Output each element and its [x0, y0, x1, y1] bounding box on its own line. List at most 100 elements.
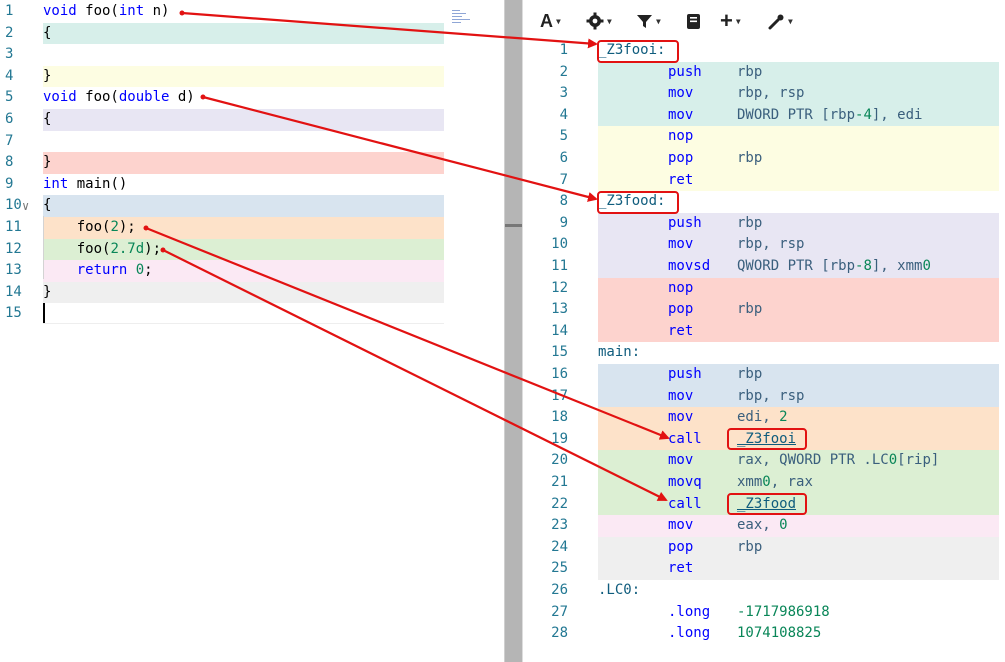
call-callout-z3fooi	[727, 428, 807, 450]
source-line[interactable]: 6{	[0, 109, 505, 131]
asm-line[interactable]: 17 mov rbp, rsp	[522, 385, 1005, 408]
asm-line[interactable]: 9 push rbp	[522, 212, 1005, 235]
line-number: 2	[5, 24, 14, 41]
asm-operands: xmm0, rax	[737, 474, 813, 490]
line-highlight	[598, 299, 999, 321]
source-line[interactable]: 5 void foo(double d)	[0, 87, 505, 109]
asm-mnemonic: mov	[668, 517, 694, 534]
asm-line[interactable]: 28 .long 1074108825	[522, 623, 1005, 645]
source-line[interactable]: 3	[0, 44, 505, 66]
asm-mnemonic: mov	[668, 106, 694, 123]
asm-label[interactable]: main:	[598, 342, 640, 364]
asm-line[interactable]: 5 nop	[522, 126, 1005, 148]
asm-line[interactable]: 26 .LC0:	[522, 580, 1005, 602]
asm-mnemonic: .long	[668, 603, 711, 620]
asm-mnemonic: push	[668, 63, 702, 80]
asm-line[interactable]: 7 ret	[522, 169, 1005, 192]
asm-mnemonic: movq	[668, 474, 702, 490]
asm-line[interactable]: 14 ret	[522, 320, 1005, 343]
asm-line[interactable]: 6 pop rbp	[522, 148, 1005, 170]
asm-line-number: 10	[551, 236, 568, 253]
source-line[interactable]: 13 return 0;	[0, 260, 505, 282]
asm-line[interactable]: 24 pop rbp	[522, 536, 1005, 559]
source-line[interactable]: 12 foo(2.7d);	[0, 238, 505, 261]
asm-line[interactable]: 8 _Z3food:	[522, 191, 1005, 213]
settings-button[interactable]: ▼	[586, 10, 612, 32]
line-highlight	[598, 364, 999, 386]
fold-chevron-icon[interactable]: ∨	[22, 198, 29, 214]
asm-line-number: 28	[551, 625, 568, 642]
source-line[interactable]: 7	[0, 131, 505, 153]
asm-line[interactable]: 10 mov rbp, rsp	[522, 234, 1005, 256]
source-line[interactable]: 10 ∨ {	[0, 195, 505, 217]
tools-button[interactable]: ▼	[768, 10, 793, 32]
asm-line[interactable]: 12 nop	[522, 277, 1005, 300]
label-callout-z3food	[597, 191, 679, 214]
asm-operands: 1074108825	[737, 625, 822, 642]
filter-button[interactable]: ▼	[636, 10, 661, 32]
source-line[interactable]: 9 int main()	[0, 174, 505, 196]
asm-mnemonic: ret	[668, 560, 694, 577]
asm-line-number: 12	[551, 279, 568, 296]
asm-line[interactable]: 11 movsd QWORD PTR [rbp-8], xmm0	[522, 256, 1005, 278]
line-highlight	[43, 152, 444, 174]
line-number: 8	[5, 154, 14, 171]
call-callout-z3food	[727, 493, 807, 515]
asm-line-number: 4	[559, 106, 568, 123]
asm-operands: rbp	[737, 366, 763, 382]
source-code: }	[43, 154, 52, 171]
asm-line[interactable]: 1 _Z3fooi:	[522, 40, 1005, 62]
asm-mnemonic: mov	[668, 409, 694, 426]
asm-line-number: 13	[551, 301, 568, 318]
asm-operands: eax, 0	[737, 517, 788, 534]
line-highlight	[598, 320, 999, 343]
source-line[interactable]: 15	[0, 303, 505, 325]
output-toolbar: A ▼ ▼ ▼ + ▼ ▼	[522, 0, 1005, 38]
asm-line[interactable]: 16 push rbp	[522, 364, 1005, 386]
asm-mnemonic: call	[668, 495, 702, 512]
line-highlight	[598, 407, 999, 429]
asm-line[interactable]: 4 mov DWORD PTR [rbp-4], edi	[522, 104, 1005, 127]
asm-line[interactable]: 18 mov edi, 2	[522, 407, 1005, 429]
asm-line-number: 18	[551, 409, 568, 426]
line-number: 6	[5, 111, 14, 127]
asm-line[interactable]: 15 main:	[522, 342, 1005, 364]
asm-line-number: 19	[551, 430, 568, 447]
asm-line[interactable]: 25 ret	[522, 558, 1005, 580]
line-highlight	[598, 148, 999, 170]
line-number: 9	[5, 175, 14, 192]
asm-line[interactable]: 3 mov rbp, rsp	[522, 83, 1005, 105]
libraries-button[interactable]	[686, 10, 701, 32]
asm-line[interactable]: 23 mov eax, 0	[522, 515, 1005, 537]
asm-line[interactable]: 20 mov rax, QWORD PTR .LC0[rip]	[522, 450, 1005, 472]
asm-line-number: 16	[551, 366, 568, 382]
asm-line[interactable]: 13 pop rbp	[522, 299, 1005, 321]
asm-label[interactable]: .LC0:	[598, 580, 640, 602]
asm-operands: rbp, rsp	[737, 387, 805, 404]
minimap[interactable]	[452, 8, 474, 28]
asm-line-number: 1	[559, 42, 568, 58]
source-code: return 0;	[76, 262, 153, 279]
font-button[interactable]: A ▼	[540, 10, 561, 32]
line-highlight	[598, 536, 999, 559]
asm-line[interactable]: 27 .long -1717986918	[522, 602, 1005, 624]
asm-mnemonic: mov	[668, 236, 694, 253]
source-line[interactable]: 11 foo(2);	[0, 217, 505, 239]
source-line[interactable]: 14}	[0, 281, 505, 304]
source-line[interactable]: 2{	[0, 22, 505, 45]
add-button[interactable]: + ▼	[720, 10, 741, 32]
line-number: 15	[5, 305, 22, 322]
asm-operands: rbp	[737, 150, 763, 166]
asm-line[interactable]: 2 push rbp	[522, 61, 1005, 84]
line-highlight	[598, 277, 999, 300]
line-highlight	[598, 212, 999, 235]
asm-line[interactable]: 21 movq xmm0, rax	[522, 472, 1005, 494]
editor-scrollbar[interactable]	[505, 0, 522, 662]
source-line[interactable]: 4}	[0, 65, 505, 88]
line-highlight	[598, 558, 999, 580]
source-line[interactable]: 1 void foo(int n)	[0, 1, 505, 23]
line-number: 7	[5, 132, 14, 149]
asm-mnemonic: mov	[668, 452, 694, 469]
asm-mnemonic: mov	[668, 85, 694, 102]
source-line[interactable]: 8}	[0, 152, 505, 174]
